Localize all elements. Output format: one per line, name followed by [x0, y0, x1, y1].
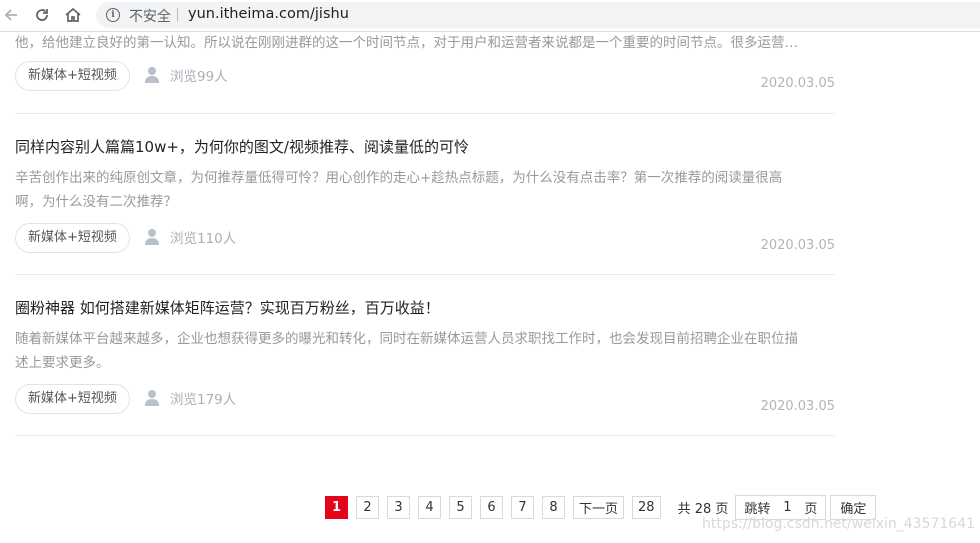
article-meta: 新媒体+短视频 浏览99人 2020.03.05	[15, 61, 835, 95]
article-summary: 他，给他建立良好的第一认知。所以说在刚刚进群的这一个时间节点，对于用户和运营者来…	[15, 31, 798, 55]
article-meta: 新媒体+短视频 浏览179人 2020.03.05	[15, 384, 835, 418]
page-unit-label: 页	[804, 502, 818, 517]
user-icon	[145, 67, 159, 83]
article-tag[interactable]: 新媒体+短视频	[15, 61, 130, 91]
article-summary: 随着新媒体平台越来越多，企业也想获得更多的曝光和转化，同时在新媒体运营人员求职找…	[15, 327, 798, 375]
page-5-button[interactable]: 5	[449, 496, 472, 519]
view-count: 浏览110人	[145, 227, 236, 247]
view-count: 浏览179人	[145, 388, 236, 408]
article-title[interactable]: 同样内容别人篇篇10w+，为何你的图文/视频推荐、阅读量低的可怜	[15, 136, 469, 157]
article-summary: 辛苦创作出来的纯原创文章，为何推荐量低得可怜？用心创作的走心+趁热点标题，为什么…	[15, 166, 782, 214]
view-count-text: 浏览99人	[170, 69, 228, 85]
article-tag[interactable]: 新媒体+短视频	[15, 223, 130, 253]
last-page-button[interactable]: 28	[632, 496, 661, 519]
article-date: 2020.03.05	[760, 399, 835, 414]
page-7-button[interactable]: 7	[511, 496, 534, 519]
summary-line: 述上要求更多。	[15, 355, 110, 371]
home-icon[interactable]	[62, 4, 84, 26]
summary-line: 啊，为什么没有二次推荐？	[15, 194, 177, 210]
summary-line: 随着新媒体平台越来越多，企业也想获得更多的曝光和转化，同时在新媒体运营人员求职找…	[15, 331, 798, 347]
article-title[interactable]: 圈粉神器 如何搭建新媒体矩阵运营？实现百万粉丝，百万收益！	[15, 297, 440, 318]
view-count-text: 浏览110人	[170, 231, 237, 247]
jump-page-input[interactable]: 1	[770, 500, 804, 515]
article-date: 2020.03.05	[760, 238, 835, 253]
jump-label: 跳转	[744, 502, 771, 517]
view-count: 浏览99人	[145, 65, 228, 85]
page-2-button[interactable]: 2	[356, 496, 379, 519]
info-icon[interactable]: i	[106, 8, 120, 22]
summary-line: 他，给他建立良好的第一认知。所以说在刚刚进群的这一个时间节点，对于用户和运营者来…	[15, 35, 798, 51]
reload-icon[interactable]	[31, 4, 53, 26]
user-icon	[145, 229, 159, 245]
next-page-button[interactable]: 下一页	[573, 496, 625, 519]
browser-toolbar: i 不安全 yun.itheima.com/jishu	[0, 0, 980, 32]
article-list: 他，给他建立良好的第一认知。所以说在刚刚进群的这一个时间节点，对于用户和运营者来…	[15, 31, 835, 436]
security-label: 不安全	[129, 9, 171, 25]
page-4-button[interactable]: 4	[418, 496, 441, 519]
url-text[interactable]: yun.itheima.com/jishu	[188, 6, 349, 22]
page-1-button[interactable]: 1	[325, 496, 348, 519]
view-count-text: 浏览179人	[170, 392, 237, 408]
article-item: 圈粉神器 如何搭建新媒体矩阵运营？实现百万粉丝，百万收益！ 随着新媒体平台越来越…	[15, 275, 835, 436]
article-tag[interactable]: 新媒体+短视频	[15, 384, 130, 414]
article-item: 他，给他建立良好的第一认知。所以说在刚刚进群的这一个时间节点，对于用户和运营者来…	[15, 31, 835, 114]
watermark: https://blog.csdn.net/weixin_43571641	[702, 516, 976, 532]
article-date: 2020.03.05	[760, 76, 835, 91]
article-meta: 新媒体+短视频 浏览110人 2020.03.05	[15, 223, 835, 257]
page-6-button[interactable]: 6	[480, 496, 503, 519]
page-8-button[interactable]: 8	[542, 496, 565, 519]
address-bar[interactable]: i 不安全 yun.itheima.com/jishu	[96, 2, 980, 28]
user-icon	[145, 390, 159, 406]
page-3-button[interactable]: 3	[387, 496, 410, 519]
summary-line: 辛苦创作出来的纯原创文章，为何推荐量低得可怜？用心创作的走心+趁热点标题，为什么…	[15, 170, 783, 186]
url-divider	[177, 8, 178, 22]
article-item: 同样内容别人篇篇10w+，为何你的图文/视频推荐、阅读量低的可怜 辛苦创作出来的…	[15, 114, 835, 275]
back-arrow-icon[interactable]	[0, 4, 22, 26]
